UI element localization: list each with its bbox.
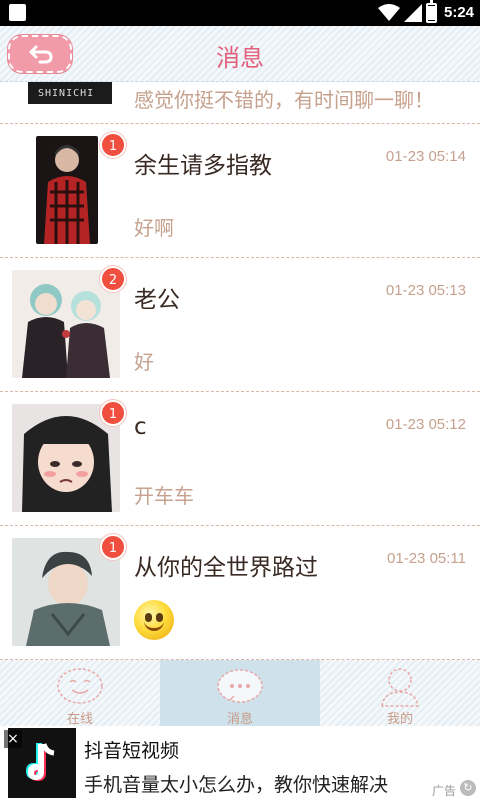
list-item[interactable]: 2 老公 01-23 05:13 好 — [0, 258, 480, 392]
conversation-list[interactable]: SHINICHI 感觉你挺不错的，有时间聊一聊！ 1 余生请多指教 01-23 … — [0, 82, 480, 660]
unread-badge: 1 — [100, 534, 126, 560]
battery-icon — [426, 0, 437, 23]
tab-messages[interactable]: 消息 — [160, 660, 320, 727]
status-bar: 5:24 — [0, 0, 480, 26]
contact-name: 从你的全世界路过 — [134, 555, 318, 581]
message-preview: 好 — [134, 350, 154, 374]
message-time: 01-23 05:14 — [385, 148, 466, 165]
status-time: 5:24 — [444, 4, 475, 21]
bottom-nav: 在线 消息 我的 — [0, 660, 480, 727]
avatar — [36, 136, 98, 244]
contact-name: 余生请多指教 — [134, 153, 272, 179]
message-time: 01-23 05:11 — [387, 550, 466, 567]
unread-badge: 2 — [100, 266, 126, 292]
wifi-icon — [378, 4, 400, 21]
message-time: 01-23 05:13 — [385, 282, 466, 299]
list-item[interactable]: 1 c 01-23 05:12 开车车 — [0, 392, 480, 526]
tab-online-label: 在线 — [66, 712, 93, 727]
tab-profile-label: 我的 — [386, 712, 413, 727]
header: 消息 — [0, 26, 480, 82]
refresh-icon[interactable]: ↻ — [460, 780, 476, 796]
contact-name: c — [134, 414, 147, 440]
ad-tag: 广告 — [431, 784, 456, 798]
ad-banner[interactable]: × 抖音短视频 手机音量太小怎么办，教你快速解决 广告 ↻ — [0, 726, 480, 800]
notification-icon — [9, 4, 26, 21]
signal-icon — [404, 4, 422, 22]
smiley-bubble-icon — [57, 668, 103, 704]
smiley-emoji-icon — [134, 600, 174, 640]
list-item[interactable]: 1 从你的全世界路过 01-23 05:11 — [0, 526, 480, 660]
contact-name: 老公 — [134, 287, 180, 313]
tab-profile[interactable]: 我的 — [320, 660, 480, 727]
ad-title: 抖音短视频 — [84, 740, 180, 762]
tab-messages-label: 消息 — [226, 712, 253, 727]
message-preview: 感觉你挺不错的，有时间聊一聊！ — [134, 88, 434, 112]
user-icon — [381, 668, 419, 707]
message-bubble-icon — [217, 669, 263, 703]
message-time: 01-23 05:12 — [385, 416, 466, 433]
message-preview: 好啊 — [134, 216, 174, 240]
close-icon[interactable]: × — [4, 730, 22, 748]
avatar: SHINICHI — [28, 82, 112, 104]
message-preview: 开车车 — [134, 484, 194, 508]
page-title: 消息 — [216, 44, 264, 72]
list-item[interactable]: 1 余生请多指教 01-23 05:14 好啊 — [0, 124, 480, 258]
unread-badge: 1 — [100, 132, 126, 158]
unread-badge: 1 — [100, 400, 126, 426]
tab-online[interactable]: 在线 — [0, 660, 160, 727]
ad-description: 手机音量太小怎么办，教你快速解决 — [84, 774, 389, 796]
list-item[interactable]: SHINICHI 感觉你挺不错的，有时间聊一聊！ — [0, 82, 480, 124]
